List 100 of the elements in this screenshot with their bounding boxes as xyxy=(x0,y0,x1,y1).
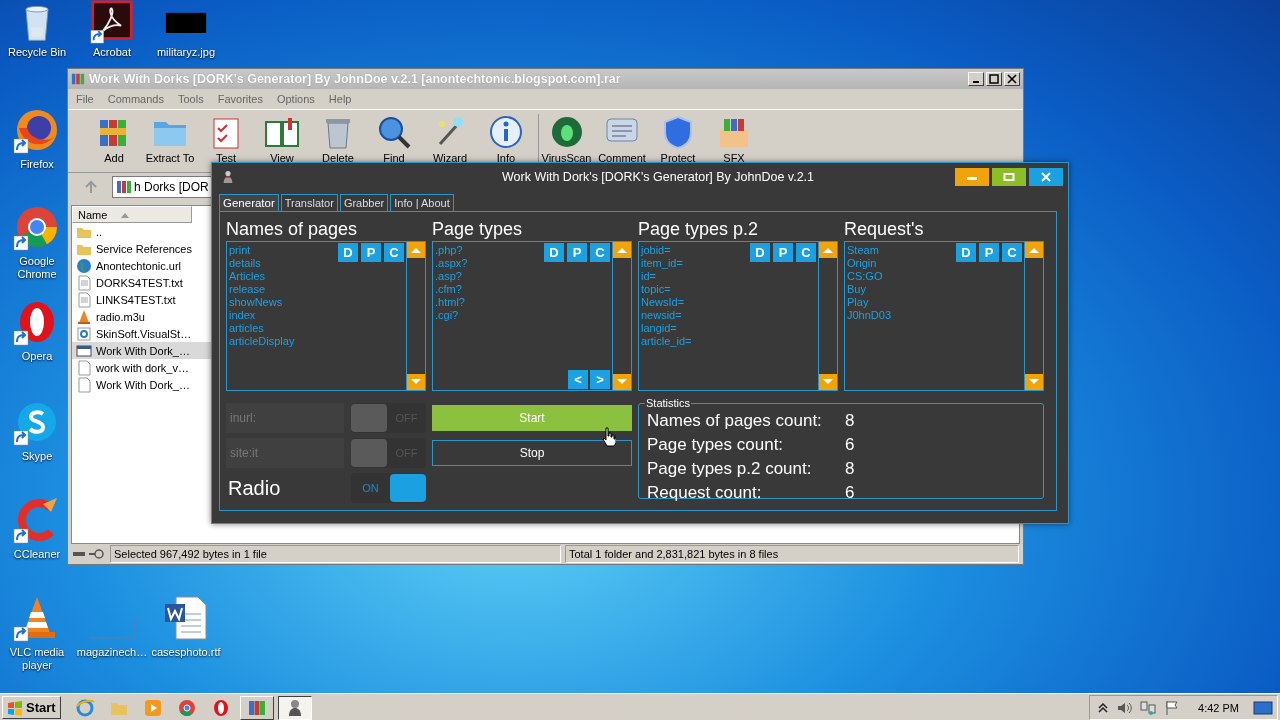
toolbar-button[interactable]: Wizard xyxy=(422,114,478,164)
action-button[interactable]: P xyxy=(979,243,999,262)
list-item[interactable]: .cfm? xyxy=(435,283,462,296)
pager-button[interactable]: < xyxy=(568,370,588,389)
file-row[interactable]: DORKS4TEST.txt xyxy=(72,274,212,291)
list-item[interactable]: articleDisplay xyxy=(229,335,295,348)
monitor-icon[interactable] xyxy=(1253,699,1273,716)
list-item[interactable]: details xyxy=(229,257,261,270)
action-button[interactable]: P xyxy=(773,243,793,262)
list-item[interactable]: .html? xyxy=(435,296,465,309)
file-row[interactable]: SkinSoft.VisualSt… xyxy=(72,325,212,342)
file-row[interactable]: Work With Dork_… xyxy=(72,342,212,359)
action-button[interactable]: D xyxy=(956,243,976,262)
action-button[interactable]: C xyxy=(796,243,816,262)
stop-button[interactable]: Stop xyxy=(432,440,632,466)
address-field[interactable]: h Dorks [DOR xyxy=(112,176,214,198)
file-row[interactable]: Work With Dork_… xyxy=(72,376,212,393)
toolbar-button[interactable]: Add xyxy=(86,114,142,164)
start-button[interactable]: Start xyxy=(2,696,61,719)
list-item[interactable]: id= xyxy=(641,270,656,283)
tab[interactable]: Info | About xyxy=(390,194,454,211)
tab[interactable]: Grabber xyxy=(339,194,389,211)
menu-item[interactable]: Commands xyxy=(107,93,164,105)
list-item[interactable]: Articles xyxy=(229,270,266,283)
flag-icon[interactable] xyxy=(1164,699,1181,716)
chevron-up-icon[interactable] xyxy=(1098,702,1109,713)
list-item[interactable]: CS:GO xyxy=(847,270,883,283)
list-item[interactable]: J0hnD03 xyxy=(847,309,892,322)
scroll-up-button[interactable] xyxy=(407,242,425,258)
file-row[interactable]: .. xyxy=(72,223,212,240)
toolbar-button[interactable]: View xyxy=(254,114,310,164)
list-item[interactable]: Origin xyxy=(847,257,877,270)
tab[interactable]: Generator xyxy=(219,194,279,211)
list-item[interactable]: Buy xyxy=(847,283,866,296)
list-item[interactable]: item_id= xyxy=(641,257,683,270)
menu-item[interactable]: Tools xyxy=(178,93,204,105)
taskbar-button[interactable] xyxy=(277,695,312,720)
list-item[interactable]: print xyxy=(229,244,251,257)
list-item[interactable]: article_id= xyxy=(641,335,692,348)
minimize-button[interactable] xyxy=(968,72,984,86)
file-row[interactable]: Service References xyxy=(72,240,212,257)
file-row[interactable]: work with dork_v… xyxy=(72,359,212,376)
network-icon[interactable] xyxy=(1140,699,1157,716)
scroll-down-button[interactable] xyxy=(613,374,631,390)
start-button[interactable]: Start xyxy=(432,405,632,431)
scroll-down-button[interactable] xyxy=(819,374,837,390)
list-item[interactable]: articles xyxy=(229,322,264,335)
toggle-switch[interactable]: ON xyxy=(351,473,426,503)
action-button[interactable]: C xyxy=(590,243,610,262)
scroll-up-button[interactable] xyxy=(613,242,631,258)
action-button[interactable]: P xyxy=(361,243,381,262)
list-item[interactable]: showNews xyxy=(229,296,283,309)
menu-item[interactable]: File xyxy=(76,93,94,105)
file-row[interactable]: LINKS4TEST.txt xyxy=(72,291,212,308)
list-item[interactable]: langid= xyxy=(641,322,677,335)
scroll-up-button[interactable] xyxy=(1025,242,1043,258)
list-item[interactable]: newsid= xyxy=(641,309,682,322)
list-item[interactable]: topic= xyxy=(641,283,671,296)
toolbar-button[interactable]: SFX xyxy=(706,114,762,164)
action-button[interactable]: D xyxy=(338,243,358,262)
action-button[interactable]: C xyxy=(384,243,404,262)
action-button[interactable]: D xyxy=(750,243,770,262)
list-item[interactable]: index xyxy=(229,309,256,322)
list-item[interactable]: jobid= xyxy=(641,244,671,257)
toolbar-button[interactable]: Protect xyxy=(650,114,706,164)
list-item[interactable]: .aspx? xyxy=(435,257,468,270)
list-item[interactable]: Play xyxy=(847,296,869,309)
icon-label: militaryz.jpg xyxy=(156,46,216,59)
action-button[interactable]: D xyxy=(544,243,564,262)
toolbar-button[interactable]: Find xyxy=(366,114,422,164)
stat-label: Names of pages count: xyxy=(647,411,823,431)
close-button[interactable] xyxy=(1004,72,1020,86)
toolbar-button[interactable]: Info xyxy=(478,114,534,164)
list-item[interactable]: Steam xyxy=(847,244,879,257)
toolbar-button[interactable]: Comment xyxy=(594,114,650,164)
action-button[interactable]: P xyxy=(567,243,587,262)
scroll-down-button[interactable] xyxy=(1025,374,1043,390)
list-item[interactable]: .php? xyxy=(435,244,463,257)
file-row[interactable]: Anontechtonic.url xyxy=(72,257,212,274)
tab[interactable]: Translator xyxy=(280,194,338,211)
action-button[interactable]: C xyxy=(1002,243,1022,262)
scroll-down-button[interactable] xyxy=(407,374,425,390)
app-icon[interactable] xyxy=(90,0,134,44)
maximize-button[interactable] xyxy=(986,72,1002,86)
column-header[interactable]: Name xyxy=(72,206,192,223)
toolbar-button[interactable]: Delete xyxy=(310,114,366,164)
list-item[interactable]: .cgi? xyxy=(435,309,459,322)
menu-item[interactable]: Options xyxy=(276,93,315,105)
document-icon[interactable] xyxy=(162,594,210,642)
menu-item[interactable]: Favorites xyxy=(217,93,263,105)
list-item[interactable]: release xyxy=(229,283,266,296)
menu-item[interactable]: Help xyxy=(328,93,352,105)
clock[interactable]: 4:42 PM xyxy=(1198,701,1239,714)
toolbar-button[interactable]: Extract To xyxy=(142,114,198,164)
pager-button[interactable]: > xyxy=(590,370,610,389)
toolbar-button[interactable]: Test xyxy=(198,114,254,164)
file-row[interactable]: radio.m3u xyxy=(72,308,212,325)
list-item[interactable]: .asp? xyxy=(435,270,462,283)
list-item[interactable]: NewsId= xyxy=(641,296,685,309)
scroll-up-button[interactable] xyxy=(819,242,837,258)
